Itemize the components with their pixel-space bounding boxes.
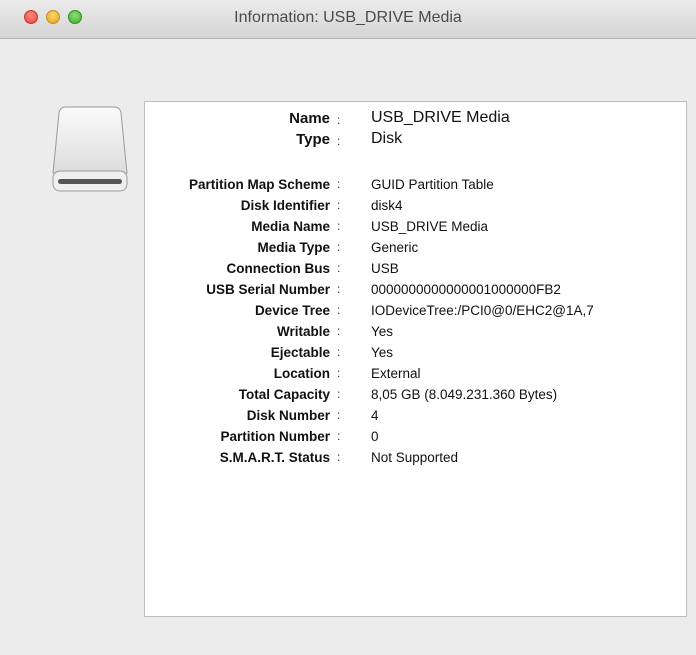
info-row-type: Type: Disk bbox=[145, 130, 688, 151]
usb-serial-number-label: USB Serial Number bbox=[206, 282, 330, 297]
info-row-connection-bus: Connection Bus: USB bbox=[145, 259, 688, 279]
device-tree-label: Device Tree bbox=[254, 303, 330, 318]
partition-map-scheme-colon: : bbox=[337, 177, 341, 191]
ejectable-label: Ejectable bbox=[270, 345, 330, 360]
partition-map-scheme-value: GUID Partition Table bbox=[371, 177, 494, 192]
partition-number-label: Partition Number bbox=[220, 429, 330, 444]
info-row-disk-identifier: Disk Identifier: disk4 bbox=[145, 196, 688, 216]
name-colon: : bbox=[337, 113, 341, 127]
location-colon: : bbox=[337, 366, 341, 380]
disk-number-label: Disk Number bbox=[246, 408, 330, 423]
writable-colon: : bbox=[337, 324, 341, 338]
total-capacity-label: Total Capacity bbox=[238, 387, 330, 402]
disk-identifier-value: disk4 bbox=[371, 198, 403, 213]
info-row-usb-serial-number: USB Serial Number: 0000000000000001000000… bbox=[145, 280, 688, 300]
device-tree-colon: : bbox=[337, 303, 341, 317]
info-row-s-m-a-r-t-status: S.M.A.R.T. Status: Not Supported bbox=[145, 448, 688, 468]
media-type-label: Media Type bbox=[257, 240, 330, 255]
disk-identifier-colon: : bbox=[337, 198, 341, 212]
info-row-partition-number: Partition Number: 0 bbox=[145, 427, 688, 447]
name-label: Name bbox=[289, 110, 330, 127]
media-type-value: Generic bbox=[371, 240, 419, 255]
info-row-ejectable: Ejectable: Yes bbox=[145, 343, 688, 363]
total-capacity-colon: : bbox=[337, 387, 341, 401]
device-tree-value: IODeviceTree:/PCI0@0/EHC2@1A,7 bbox=[371, 303, 594, 318]
media-name-colon: : bbox=[337, 219, 341, 233]
external-drive-icon bbox=[52, 105, 128, 193]
location-label: Location bbox=[273, 366, 330, 381]
type-colon: : bbox=[337, 134, 341, 148]
connection-bus-label: Connection Bus bbox=[226, 261, 331, 276]
info-row-writable: Writable: Yes bbox=[145, 322, 688, 342]
disk-identifier-label: Disk Identifier bbox=[240, 198, 330, 213]
partition-map-scheme-label: Partition Map Scheme bbox=[188, 177, 330, 192]
connection-bus-value: USB bbox=[371, 261, 399, 276]
disk-number-colon: : bbox=[337, 408, 341, 422]
writable-value: Yes bbox=[371, 324, 394, 339]
writable-label: Writable bbox=[276, 324, 330, 339]
disk-number-value: 4 bbox=[371, 408, 379, 423]
type-value: Disk bbox=[371, 130, 403, 147]
usb-serial-number-value: 0000000000000001000000FB2 bbox=[371, 282, 561, 297]
partition-number-value: 0 bbox=[371, 429, 379, 444]
s-m-a-r-t-status-value: Not Supported bbox=[371, 450, 459, 465]
name-value: USB_DRIVE Media bbox=[371, 109, 510, 126]
partition-number-colon: : bbox=[337, 429, 341, 443]
s-m-a-r-t-status-colon: : bbox=[337, 450, 341, 464]
media-name-value: USB_DRIVE Media bbox=[371, 219, 489, 234]
ejectable-value: Yes bbox=[371, 345, 394, 360]
location-value: External bbox=[371, 366, 421, 381]
title-bar[interactable]: Information: USB_DRIVE Media bbox=[0, 0, 696, 39]
info-row-media-name: Media Name: USB_DRIVE Media bbox=[145, 217, 688, 237]
connection-bus-colon: : bbox=[337, 261, 341, 275]
info-row-location: Location: External bbox=[145, 364, 688, 384]
info-row-media-type: Media Type: Generic bbox=[145, 238, 688, 258]
ejectable-colon: : bbox=[337, 345, 341, 359]
media-name-label: Media Name bbox=[251, 219, 330, 234]
total-capacity-value: 8,05 GB (8.049.231.360 Bytes) bbox=[371, 387, 558, 402]
window-title: Information: USB_DRIVE Media bbox=[234, 9, 462, 26]
info-row-device-tree: Device Tree: IODeviceTree:/PCI0@0/EHC2@1A… bbox=[145, 301, 688, 321]
usb-serial-number-colon: : bbox=[337, 282, 341, 296]
info-row-name: Name: USB_DRIVE Media bbox=[145, 109, 688, 130]
media-type-colon: : bbox=[337, 240, 341, 254]
type-label: Type bbox=[296, 131, 330, 148]
info-panel: Name: USB_DRIVE Media Type: Disk Partition … bbox=[144, 101, 687, 617]
info-row-disk-number: Disk Number: 4 bbox=[145, 406, 688, 426]
info-row-total-capacity: Total Capacity: 8,05 GB (8.049.231.360 By… bbox=[145, 385, 688, 405]
info-window: Information: USB_DRIVE Media Name: USB_DR… bbox=[0, 0, 696, 655]
info-row-partition-map-scheme: Partition Map Scheme: GUID Partition Tabl… bbox=[145, 175, 688, 195]
s-m-a-r-t-status-label: S.M.A.R.T. Status bbox=[219, 450, 330, 465]
